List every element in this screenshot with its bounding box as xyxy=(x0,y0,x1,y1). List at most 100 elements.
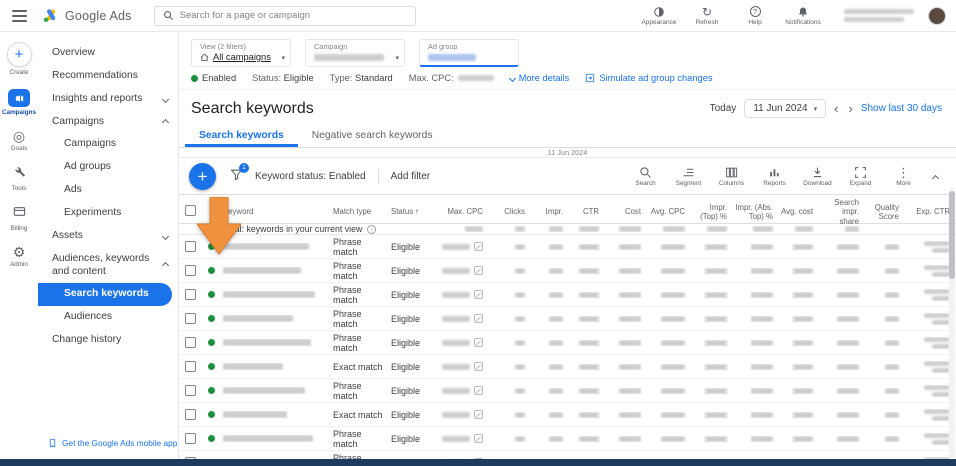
col-avg-cost[interactable]: Avg. cost xyxy=(779,204,819,219)
edit-icon[interactable] xyxy=(474,386,483,395)
max-cpc-cell[interactable] xyxy=(435,266,489,275)
edit-icon[interactable] xyxy=(474,290,483,299)
keyword-cell[interactable] xyxy=(221,363,331,370)
col-impr-top[interactable]: Impr. (Top) % xyxy=(691,200,733,225)
keyword-cell[interactable] xyxy=(221,267,331,274)
col-quality-score[interactable]: Quality Score xyxy=(865,200,905,225)
edit-icon[interactable] xyxy=(474,338,483,347)
vertical-scrollbar[interactable] xyxy=(949,188,955,458)
max-cpc-cell[interactable] xyxy=(435,434,489,443)
row-checkbox[interactable] xyxy=(184,361,196,372)
sidebar-item-search-keywords[interactable]: Search keywords xyxy=(38,283,172,307)
col-max-cpc[interactable]: Max. CPC xyxy=(435,204,489,219)
row-checkbox[interactable] xyxy=(184,241,196,252)
notifications-button[interactable]: Notifications xyxy=(782,5,824,26)
account-info[interactable] xyxy=(844,9,914,22)
table-row[interactable]: Phrase match Eligible xyxy=(179,307,956,331)
menu-icon[interactable] xyxy=(12,9,27,22)
info-icon[interactable]: i xyxy=(367,224,377,234)
ad-group-dropdown[interactable]: Ad group xyxy=(419,39,519,67)
expand-button[interactable]: Expand xyxy=(839,166,882,187)
filter-funnel-button[interactable]: 1 xyxy=(230,162,249,186)
sidebar-item-insights-reports[interactable]: Insights and reports xyxy=(38,88,178,111)
tab-negative-search-keywords[interactable]: Negative search keywords xyxy=(298,123,447,147)
max-cpc-cell[interactable] xyxy=(435,242,489,251)
row-checkbox[interactable] xyxy=(184,313,196,324)
help-button[interactable]: ? Help xyxy=(734,5,776,26)
download-button[interactable]: Download xyxy=(796,166,839,187)
tab-search-keywords[interactable]: Search keywords xyxy=(185,123,298,147)
rail-item-billing[interactable]: Billing xyxy=(0,205,38,232)
edit-icon[interactable] xyxy=(474,434,483,443)
max-cpc-cell[interactable] xyxy=(435,410,489,419)
date-picker[interactable]: 11 Jun 2024 ▾ xyxy=(744,99,827,118)
keyword-cell[interactable] xyxy=(221,315,331,322)
edit-icon[interactable] xyxy=(474,266,483,275)
max-cpc-cell[interactable] xyxy=(435,362,489,371)
row-checkbox[interactable] xyxy=(184,409,196,420)
date-prev-button[interactable]: ‹ xyxy=(834,101,838,116)
max-cpc-cell[interactable] xyxy=(435,386,489,395)
select-all-checkbox[interactable] xyxy=(184,205,196,217)
simulate-ad-group-link[interactable]: Simulate ad group changes xyxy=(585,73,713,83)
table-row[interactable]: Phrase match Eligible xyxy=(179,427,956,451)
row-checkbox[interactable] xyxy=(184,289,196,300)
table-row[interactable]: Phrase match Eligible xyxy=(179,331,956,355)
sidebar-item-overview[interactable]: Overview xyxy=(38,42,178,65)
col-impr[interactable]: Impr. xyxy=(531,204,569,219)
keyword-cell[interactable] xyxy=(221,435,331,442)
global-search-input[interactable]: Search for a page or campaign xyxy=(153,5,416,26)
refresh-button[interactable]: ↻ Refresh xyxy=(686,5,728,27)
campaign-dropdown[interactable]: Campaign ▾ xyxy=(305,39,405,67)
sidebar-item-assets[interactable]: Assets xyxy=(38,225,178,248)
col-cost[interactable]: Cost xyxy=(605,204,647,219)
table-row[interactable]: Exact match Eligible xyxy=(179,355,956,379)
add-keyword-button[interactable]: + xyxy=(189,163,216,190)
table-row[interactable]: Phrase match Eligible xyxy=(179,283,956,307)
reports-button[interactable]: Reports xyxy=(753,166,796,187)
show-last-30-days-link[interactable]: Show last 30 days xyxy=(861,103,942,114)
segment-button[interactable]: Segment xyxy=(667,166,710,187)
sidebar-item-audiences-keywords-content[interactable]: Audiences, keywords and content xyxy=(38,248,178,284)
keyword-cell[interactable] xyxy=(221,339,331,346)
more-details-link[interactable]: More details xyxy=(508,73,569,83)
sidebar-item-audiences[interactable]: Audiences xyxy=(38,306,178,329)
table-row[interactable]: Phrase match Eligible xyxy=(179,235,956,259)
edit-icon[interactable] xyxy=(474,242,483,251)
avatar[interactable] xyxy=(928,6,946,25)
edit-icon[interactable] xyxy=(474,410,483,419)
row-checkbox[interactable] xyxy=(184,385,196,396)
max-cpc-cell[interactable] xyxy=(435,290,489,299)
keyword-cell[interactable] xyxy=(221,291,331,298)
col-status[interactable]: Status ↑ xyxy=(389,204,435,219)
table-row[interactable]: Exact match Eligible xyxy=(179,403,956,427)
rail-item-tools[interactable]: Tools xyxy=(0,165,38,192)
col-avg-cpc[interactable]: Avg. CPC xyxy=(647,204,691,219)
max-cpc-cell[interactable] xyxy=(435,314,489,323)
col-clicks[interactable]: Clicks xyxy=(489,204,531,219)
keyword-cell[interactable] xyxy=(221,387,331,394)
rail-item-goals[interactable]: ◎ Goals xyxy=(0,129,38,152)
google-ads-logo[interactable]: Google Ads xyxy=(43,8,132,23)
table-row[interactable]: Phrase match Eligible xyxy=(179,259,956,283)
row-checkbox[interactable] xyxy=(184,433,196,444)
row-checkbox[interactable] xyxy=(184,337,196,348)
view-filter-dropdown[interactable]: View (2 filters) All campaigns ▾ xyxy=(191,39,291,67)
sidebar-item-experiments[interactable]: Experiments xyxy=(38,202,178,225)
edit-icon[interactable] xyxy=(474,314,483,323)
search-table-button[interactable]: Search xyxy=(624,166,667,187)
sidebar-item-ad-groups[interactable]: Ad groups xyxy=(38,156,178,179)
table-row[interactable]: Phrase match Eligible xyxy=(179,379,956,403)
sidebar-item-campaigns-sub[interactable]: Campaigns xyxy=(38,133,178,156)
appearance-button[interactable]: Appearance xyxy=(638,5,680,26)
date-next-button[interactable]: › xyxy=(848,101,852,116)
sidebar-item-ads[interactable]: Ads xyxy=(38,179,178,202)
rail-item-create[interactable]: + Create xyxy=(0,42,38,76)
col-impr-abs-top[interactable]: Impr. (Abs. Top) % xyxy=(733,200,779,225)
sidebar-item-recommendations[interactable]: Recommendations xyxy=(38,65,178,88)
col-ctr[interactable]: CTR xyxy=(569,204,605,219)
keyword-cell[interactable] xyxy=(221,411,331,418)
mobile-app-link[interactable]: Get the Google Ads mobile app xyxy=(48,437,177,449)
more-button[interactable]: ⋮ More xyxy=(882,166,925,187)
columns-button[interactable]: Columns xyxy=(710,166,753,187)
